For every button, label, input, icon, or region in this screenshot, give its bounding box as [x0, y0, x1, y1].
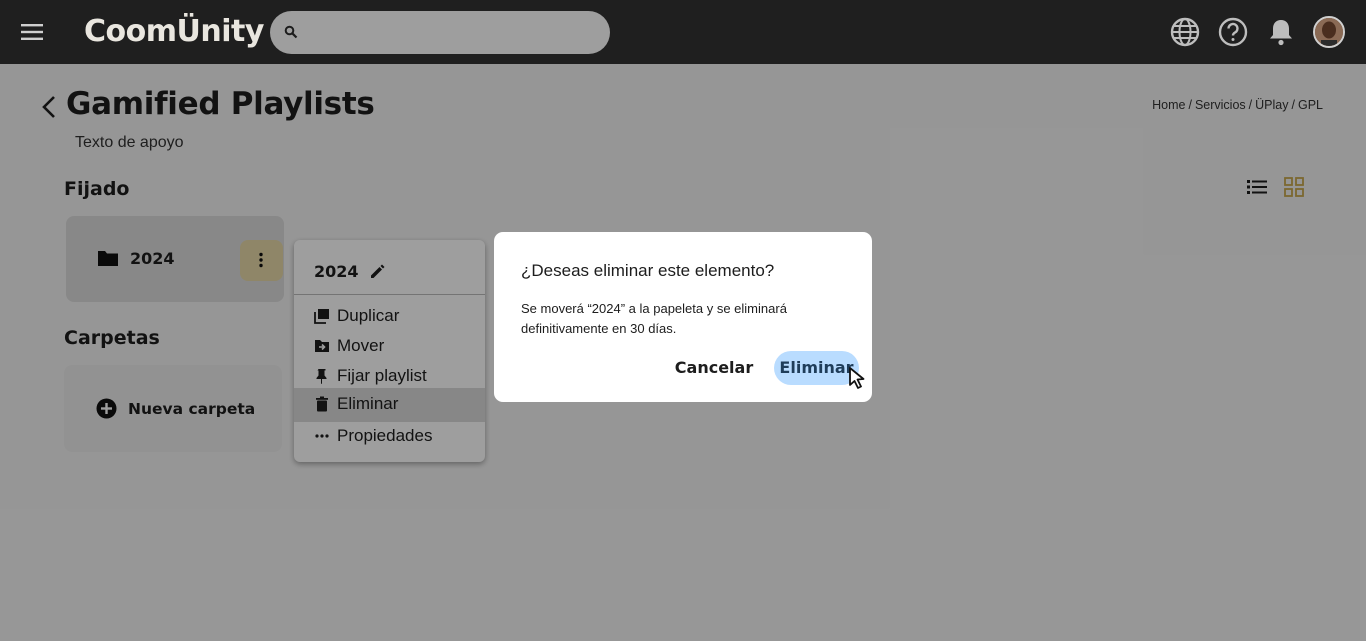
dialog-title: ¿Deseas eliminar este elemento? — [521, 261, 775, 280]
top-app-bar: CoomÜnity — [0, 0, 1366, 64]
help-icon[interactable] — [1217, 16, 1249, 48]
avatar-image — [1315, 18, 1343, 46]
hamburger-menu-icon[interactable] — [20, 20, 44, 44]
confirm-delete-button[interactable]: Eliminar — [774, 351, 859, 385]
search-input[interactable] — [270, 11, 610, 54]
notifications-bell-icon[interactable] — [1265, 16, 1297, 48]
search-icon — [284, 25, 298, 39]
app-logo[interactable]: CoomÜnity — [84, 14, 264, 50]
user-avatar[interactable] — [1313, 16, 1345, 48]
dialog-message: Se moverá “2024” a la papeleta y se elim… — [521, 301, 787, 336]
delete-confirmation-dialog: ¿Deseas eliminar este elemento? Se mover… — [494, 232, 872, 402]
mouse-cursor-icon — [849, 367, 865, 389]
language-globe-icon[interactable] — [1169, 16, 1201, 48]
cancel-button[interactable]: Cancelar — [672, 351, 756, 385]
